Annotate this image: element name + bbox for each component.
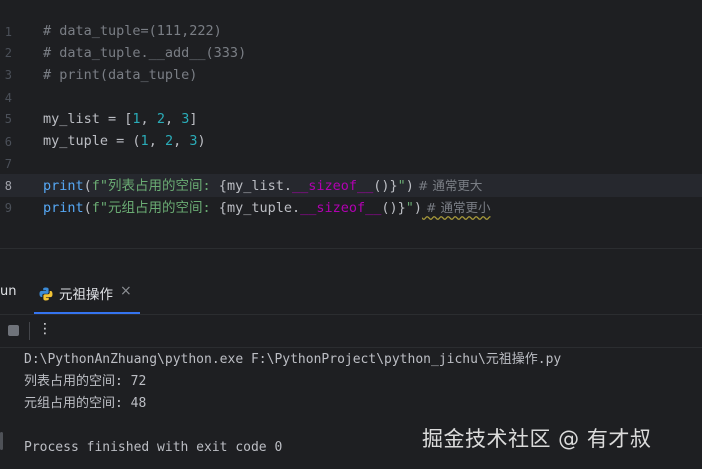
line-number: 1 [4, 25, 12, 39]
code-token: my_tuple = ( [43, 133, 141, 149]
code-token: { [218, 178, 227, 194]
code-line: # data_tuple=(111,222) [43, 23, 222, 39]
code-token: ( [83, 178, 92, 194]
code-token-string: " [397, 178, 406, 194]
code-token-dunder: __sizeof__ [291, 178, 374, 194]
line-number: 2 [4, 46, 12, 60]
stop-icon[interactable] [8, 325, 19, 336]
code-token-number: 3 [189, 133, 198, 149]
toolbar-separator [29, 322, 30, 340]
code-token-string: " [405, 200, 414, 216]
code-token-string: f"元组占用的空间: [91, 200, 219, 216]
code-token: ] [189, 111, 198, 127]
code-token: ( [83, 200, 92, 216]
code-editor[interactable]: 1 2 3 4 5 6 7 8 9 # data_tuple=(111,222)… [0, 0, 702, 248]
scrollbar-thumb[interactable] [0, 432, 3, 450]
console-output-line: 元组占用的空间: 48 [24, 396, 147, 411]
code-token-number: 1 [140, 133, 149, 149]
code-token: ) [405, 178, 414, 194]
run-toolbar: ⋮ [0, 315, 702, 347]
code-token-function: print [43, 178, 84, 194]
code-token: , [148, 133, 165, 149]
code-token-number: 2 [164, 133, 174, 149]
code-line: # print(data_tuple) [43, 67, 198, 83]
console-command-line: D:\PythonAnZhuang\python.exe F:\PythonPr… [24, 352, 562, 367]
console-exit-line: Process finished with exit code 0 [24, 440, 283, 455]
tab-label: 元祖操作 [59, 287, 113, 303]
close-icon[interactable]: × [120, 283, 132, 299]
line-number: 9 [4, 201, 12, 215]
code-line: print(f"列表占用的空间: {my_list.__sizeof__()}"… [43, 174, 482, 197]
code-comment: # 通常更大 [413, 178, 483, 193]
line-number: 3 [4, 68, 12, 82]
line-number: 6 [4, 135, 12, 149]
code-token: { [218, 200, 227, 216]
code-token: ) [413, 200, 423, 216]
more-options-icon[interactable]: ⋮ [38, 321, 52, 337]
code-line: my_tuple = (1, 2, 3) [43, 130, 206, 153]
code-token-function: print [43, 200, 84, 216]
code-token: } [389, 178, 398, 194]
code-line: # data_tuple.__add__(333) [43, 45, 247, 61]
code-token: , [164, 111, 182, 127]
run-tool-title[interactable]: un [0, 284, 16, 299]
code-token: } [397, 200, 406, 216]
line-number: 5 [4, 112, 12, 126]
code-token: ) [197, 133, 206, 149]
code-token: , [140, 111, 157, 127]
active-tab-indicator [34, 312, 140, 314]
python-icon [39, 287, 53, 301]
code-token: my_tuple. [226, 200, 301, 216]
code-token-number: 1 [132, 111, 141, 127]
code-line: my_list = [1, 2, 3] [43, 108, 198, 131]
code-token: , [173, 133, 190, 149]
line-number: 8 [4, 179, 12, 193]
tab-run-config[interactable]: 元祖操作 × [34, 272, 140, 314]
line-number-gutter: 1 2 3 4 5 6 7 8 9 [0, 0, 14, 248]
panel-divider[interactable] [0, 248, 702, 273]
code-token-number: 2 [156, 111, 165, 127]
line-number: 4 [4, 91, 12, 105]
code-token: my_list. [226, 178, 292, 194]
watermark: 掘金技术社区 @ 有才叔 [422, 427, 652, 451]
code-token-dunder: __sizeof__ [300, 200, 382, 216]
code-comment: # 通常更小 [422, 200, 491, 215]
code-token: () [373, 178, 390, 194]
line-number: 7 [4, 157, 12, 171]
console-output-line: 列表占用的空间: 72 [24, 374, 147, 389]
code-token: my_list = [ [43, 111, 133, 127]
code-token-string: f"列表占用的空间: [91, 178, 219, 194]
code-line: print(f"元组占用的空间: {my_tuple.__sizeof__()}… [43, 196, 490, 219]
code-token: () [381, 200, 398, 216]
run-tool-window-header: un 元祖操作 × [0, 272, 702, 315]
